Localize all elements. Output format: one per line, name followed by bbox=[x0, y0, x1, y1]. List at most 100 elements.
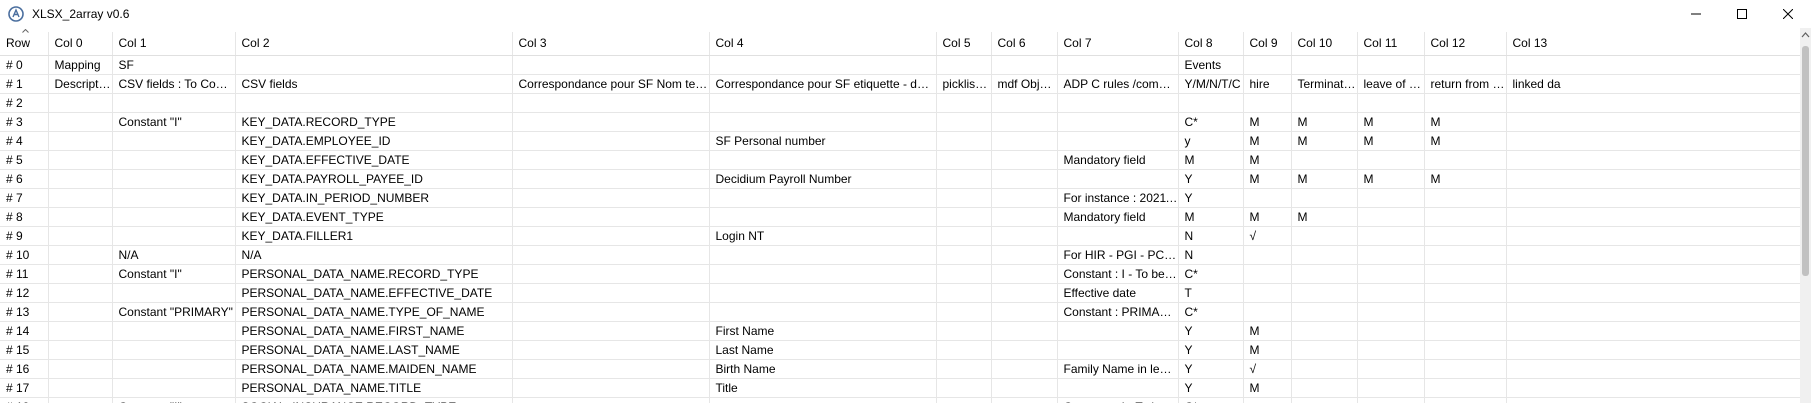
table-cell[interactable] bbox=[1291, 302, 1358, 322]
table-cell[interactable] bbox=[1506, 188, 1800, 208]
table-cell[interactable] bbox=[1291, 321, 1358, 341]
table-cell[interactable] bbox=[1357, 397, 1425, 403]
table-cell[interactable] bbox=[112, 283, 236, 303]
table-cell[interactable]: M bbox=[1243, 169, 1292, 189]
column-header-col-12[interactable]: Col 12 bbox=[1424, 32, 1507, 56]
table-cell[interactable] bbox=[1424, 93, 1507, 113]
column-header-col-10[interactable]: Col 10 bbox=[1291, 32, 1358, 56]
table-cell[interactable] bbox=[1424, 359, 1507, 379]
table-cell[interactable]: M bbox=[1291, 131, 1358, 151]
table-cell[interactable] bbox=[936, 245, 992, 265]
table-cell[interactable]: Login NT bbox=[709, 226, 937, 246]
table-cell[interactable]: N bbox=[1178, 226, 1244, 246]
table-cell[interactable] bbox=[1357, 264, 1425, 284]
vertical-scrollbar[interactable] bbox=[1800, 28, 1811, 403]
table-cell[interactable]: ADP C rules /comments bbox=[1057, 74, 1179, 94]
table-cell[interactable] bbox=[48, 188, 113, 208]
table-cell[interactable]: hire bbox=[1243, 74, 1292, 94]
table-cell[interactable] bbox=[1357, 188, 1425, 208]
table-cell[interactable] bbox=[991, 245, 1058, 265]
table-cell[interactable] bbox=[1057, 340, 1179, 360]
table-cell[interactable]: Y bbox=[1178, 359, 1244, 379]
table-cell[interactable] bbox=[512, 207, 710, 227]
table-cell[interactable]: Mandatory field bbox=[1057, 207, 1179, 227]
table-cell[interactable] bbox=[936, 321, 992, 341]
table-cell[interactable]: √ bbox=[1243, 226, 1292, 246]
table-cell[interactable] bbox=[1243, 264, 1292, 284]
table-cell[interactable] bbox=[1506, 112, 1800, 132]
table-cell[interactable] bbox=[991, 264, 1058, 284]
table-row[interactable]: # 12 PERSONAL_DATA_NAME.EFFECTIVE_DATE Eff… bbox=[0, 283, 1800, 303]
table-row[interactable]: # 0 Mapping SF Events bbox=[0, 55, 1800, 75]
table-cell[interactable]: Constant : I - To be po... bbox=[1057, 264, 1179, 284]
table-cell[interactable] bbox=[1057, 131, 1179, 151]
table-cell[interactable]: Effective date bbox=[1057, 283, 1179, 303]
table-cell[interactable] bbox=[991, 283, 1058, 303]
table-cell[interactable] bbox=[936, 397, 992, 403]
table-cell[interactable] bbox=[1057, 378, 1179, 398]
table-cell[interactable]: M bbox=[1291, 169, 1358, 189]
table-cell[interactable] bbox=[1291, 93, 1358, 113]
table-cell[interactable]: CSV fields : To Complete bbox=[112, 74, 236, 94]
table-cell[interactable] bbox=[991, 321, 1058, 341]
table-cell[interactable] bbox=[112, 226, 236, 246]
table-cell[interactable] bbox=[1506, 207, 1800, 227]
table-cell[interactable] bbox=[1243, 302, 1292, 322]
table-cell[interactable] bbox=[709, 283, 937, 303]
table-cell[interactable] bbox=[1291, 397, 1358, 403]
table-cell[interactable] bbox=[991, 340, 1058, 360]
row-number-cell[interactable]: # 16 bbox=[0, 359, 49, 379]
table-cell[interactable] bbox=[512, 93, 710, 113]
table-cell[interactable]: PERSONAL_DATA_NAME.RECORD_TYPE bbox=[235, 264, 513, 284]
table-cell[interactable]: PERSONAL_DATA_NAME.EFFECTIVE_DATE bbox=[235, 283, 513, 303]
table-cell[interactable] bbox=[1057, 112, 1179, 132]
table-cell[interactable]: picklist SF bbox=[936, 74, 992, 94]
table-cell[interactable] bbox=[991, 188, 1058, 208]
column-header-col-6[interactable]: Col 6 bbox=[991, 32, 1058, 56]
table-cell[interactable] bbox=[936, 112, 992, 132]
table-cell[interactable]: Mapping bbox=[48, 55, 113, 75]
table-cell[interactable] bbox=[1057, 55, 1179, 75]
table-cell[interactable]: √ bbox=[1243, 359, 1292, 379]
table-cell[interactable] bbox=[1506, 245, 1800, 265]
table-cell[interactable] bbox=[936, 283, 992, 303]
table-cell[interactable] bbox=[48, 150, 113, 170]
table-cell[interactable] bbox=[512, 340, 710, 360]
table-row[interactable]: # 1DescriptionCSV fields : To CompleteCS… bbox=[0, 74, 1800, 94]
table-cell[interactable] bbox=[1424, 188, 1507, 208]
table-cell[interactable] bbox=[48, 378, 113, 398]
table-cell[interactable] bbox=[1057, 321, 1179, 341]
table-cell[interactable]: M bbox=[1357, 131, 1425, 151]
table-cell[interactable]: Last Name bbox=[709, 340, 937, 360]
table-cell[interactable]: y bbox=[1178, 131, 1244, 151]
table-cell[interactable] bbox=[991, 378, 1058, 398]
scroll-up-arrow-icon[interactable] bbox=[1801, 32, 1810, 38]
table-cell[interactable] bbox=[512, 226, 710, 246]
table-cell[interactable]: Y bbox=[1178, 340, 1244, 360]
table-cell[interactable]: Family Name in legal ... bbox=[1057, 359, 1179, 379]
table-cell[interactable]: For instance : 202111 (... bbox=[1057, 188, 1179, 208]
table-cell[interactable]: Constant "PRIMARY" bbox=[112, 302, 236, 322]
table-cell[interactable]: Constant "I" bbox=[112, 397, 236, 403]
table-row[interactable]: # 7 KEY_DATA.IN_PERIOD_NUMBER For instance… bbox=[0, 188, 1800, 208]
table-cell[interactable]: return from lave bbox=[1424, 74, 1507, 94]
table-cell[interactable] bbox=[48, 112, 113, 132]
table-cell[interactable] bbox=[936, 150, 992, 170]
table-cell[interactable] bbox=[1243, 188, 1292, 208]
table-cell[interactable] bbox=[112, 131, 236, 151]
table-cell[interactable] bbox=[991, 302, 1058, 322]
table-cell[interactable] bbox=[112, 150, 236, 170]
table-cell[interactable] bbox=[1506, 340, 1800, 360]
table-cell[interactable]: Correspondance pour SF etiquette - descr… bbox=[709, 74, 937, 94]
column-header-col-1[interactable]: Col 1 bbox=[112, 32, 236, 56]
table-cell[interactable]: C* bbox=[1178, 302, 1244, 322]
table-cell[interactable] bbox=[112, 188, 236, 208]
table-cell[interactable]: KEY_DATA.EMPLOYEE_ID bbox=[235, 131, 513, 151]
row-number-cell[interactable]: # 13 bbox=[0, 302, 49, 322]
table-cell[interactable] bbox=[1357, 321, 1425, 341]
table-cell[interactable] bbox=[1506, 397, 1800, 403]
table-row[interactable]: # 5 KEY_DATA.EFFECTIVE_DATE Mandatory fiel… bbox=[0, 150, 1800, 170]
table-cell[interactable] bbox=[1357, 93, 1425, 113]
column-header-col-11[interactable]: Col 11 bbox=[1357, 32, 1425, 56]
table-cell[interactable] bbox=[1291, 340, 1358, 360]
